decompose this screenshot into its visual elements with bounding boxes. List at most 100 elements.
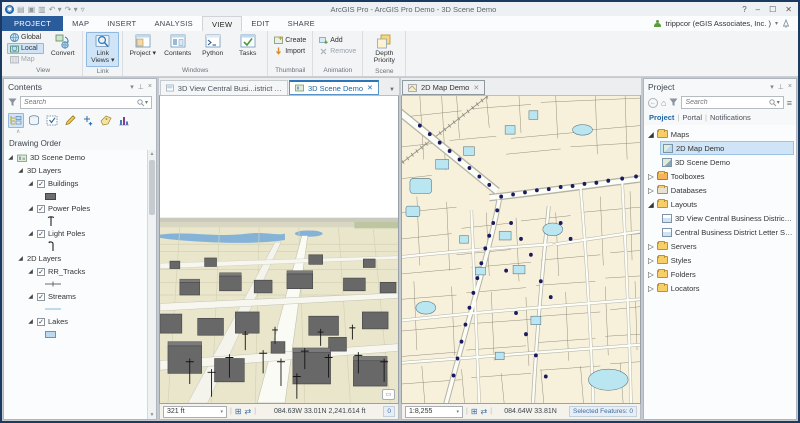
expander-icon[interactable]: ◢ bbox=[27, 230, 34, 237]
tab-analysis[interactable]: ANALYSIS bbox=[145, 16, 202, 31]
contents-menu-icon[interactable]: ▾ bbox=[130, 83, 134, 91]
node-databases[interactable]: ▷ Databases bbox=[646, 183, 794, 197]
close-tab-icon[interactable]: ✕ bbox=[473, 84, 479, 92]
tasks-pane-button[interactable]: Tasks bbox=[231, 32, 264, 59]
contents-scrollbar[interactable]: ▲ ▼ bbox=[147, 150, 156, 419]
light-poles-symbol[interactable] bbox=[7, 240, 146, 252]
contents-close-icon[interactable]: × bbox=[148, 83, 152, 91]
contents-search-input[interactable] bbox=[24, 99, 137, 106]
tab-layout-3d-view[interactable]: 3D View Central Busi...istrict Tabloid bbox=[160, 80, 288, 95]
home-icon[interactable]: ⌂ bbox=[661, 98, 666, 108]
local-button[interactable]: Local bbox=[7, 43, 44, 54]
node-locators[interactable]: ▷ Locators bbox=[646, 281, 794, 295]
tab-3d-scene-demo[interactable]: 3D Scene Demo ✕ bbox=[289, 80, 379, 95]
node-servers[interactable]: ▷ Servers bbox=[646, 239, 794, 253]
expander-icon[interactable]: ◢ bbox=[27, 180, 34, 187]
power-poles-symbol[interactable] bbox=[7, 215, 146, 227]
search-dropdown-icon[interactable]: ▾ bbox=[777, 99, 780, 106]
convert-button[interactable]: Convert bbox=[46, 32, 79, 59]
list-by-charts-icon[interactable] bbox=[116, 113, 132, 128]
layer-power-poles[interactable]: ◢ ✓ Power Poles bbox=[7, 202, 146, 215]
node-3d-scene-demo[interactable]: 3D Scene Demo bbox=[660, 155, 794, 169]
add-animation-button[interactable]: Add bbox=[316, 35, 359, 46]
project-search-input[interactable] bbox=[685, 99, 768, 106]
layer-buildings[interactable]: ◢ ✓ Buildings bbox=[7, 177, 146, 190]
expander-icon[interactable]: ◢ bbox=[27, 268, 34, 275]
scroll-up-icon[interactable]: ▲ bbox=[148, 151, 156, 157]
layer-lakes[interactable]: ◢ ✓ Lakes bbox=[7, 315, 146, 328]
tab-notifications[interactable]: Notifications bbox=[710, 113, 751, 122]
close-tab-icon[interactable]: ✕ bbox=[367, 84, 373, 92]
tab-edit[interactable]: EDIT bbox=[242, 16, 278, 31]
layer-3d-scene-demo[interactable]: ◢ 3D Scene Demo bbox=[7, 151, 146, 164]
spatial-reference-icon[interactable]: ⇄ bbox=[481, 407, 488, 416]
node-layouts[interactable]: ◢ Layouts bbox=[646, 197, 794, 211]
spatial-reference-icon[interactable]: ⇄ bbox=[245, 407, 252, 416]
project-search-box[interactable]: ▾ bbox=[681, 96, 783, 109]
expander-icon[interactable]: ▷ bbox=[648, 186, 654, 195]
expander-icon[interactable]: ▷ bbox=[648, 242, 654, 251]
contents-pane-button[interactable]: Contents bbox=[161, 32, 194, 59]
minimize-button[interactable]: – bbox=[756, 5, 760, 14]
snap-status-icon[interactable]: ⊞ bbox=[471, 407, 478, 416]
python-window-button[interactable]: Python bbox=[196, 32, 229, 59]
group-2d-layers[interactable]: ◢ 2D Layers bbox=[7, 252, 146, 265]
menu-icon[interactable]: ≡ bbox=[787, 98, 792, 108]
undo-icon[interactable]: ↶ ▾ bbox=[49, 5, 62, 14]
streams-checkbox[interactable]: ✓ bbox=[37, 293, 45, 301]
expander-icon[interactable]: ◢ bbox=[17, 255, 24, 262]
tab-insert[interactable]: INSERT bbox=[98, 16, 145, 31]
buildings-checkbox[interactable]: ✓ bbox=[37, 180, 45, 188]
expander-icon[interactable]: ▷ bbox=[648, 284, 654, 293]
scene-scale-select[interactable]: 321 ft ▾ bbox=[163, 406, 227, 418]
lakes-checkbox[interactable]: ✓ bbox=[37, 318, 45, 326]
lakes-symbol[interactable] bbox=[7, 328, 146, 340]
list-by-editing-icon[interactable] bbox=[62, 113, 78, 128]
expander-icon[interactable]: ▷ bbox=[648, 256, 654, 265]
remove-animation-button[interactable]: Remove bbox=[316, 46, 359, 57]
expander-icon[interactable]: ◢ bbox=[27, 293, 34, 300]
expander-icon[interactable]: ◢ bbox=[7, 154, 14, 161]
tab-map[interactable]: MAP bbox=[63, 16, 98, 31]
buildings-symbol[interactable] bbox=[7, 190, 146, 202]
streams-symbol[interactable] bbox=[7, 303, 146, 315]
project-close-icon[interactable]: × bbox=[788, 83, 792, 91]
back-icon[interactable]: ← bbox=[648, 98, 658, 108]
list-by-selection-icon[interactable] bbox=[44, 113, 60, 128]
node-layout-tabloid[interactable]: 3D View Central Business District Tabloi… bbox=[660, 211, 794, 225]
expander-icon[interactable]: ◢ bbox=[648, 130, 654, 139]
layer-streams[interactable]: ◢ ✓ Streams bbox=[7, 290, 146, 303]
view-overlay-button[interactable]: ▭ bbox=[382, 389, 395, 400]
node-styles[interactable]: ▷ Styles bbox=[646, 253, 794, 267]
scene-selection-count[interactable]: 0 bbox=[383, 406, 395, 417]
expander-icon[interactable]: ◢ bbox=[27, 205, 34, 212]
scene-3d-view[interactable]: ▭ bbox=[159, 95, 399, 404]
selected-features-badge[interactable]: Selected Features: 0 bbox=[569, 406, 637, 417]
rr-tracks-symbol[interactable] bbox=[7, 278, 146, 290]
contents-search-box[interactable]: ▾ bbox=[20, 96, 152, 109]
tab-overflow-icon[interactable]: ▼ bbox=[389, 87, 398, 95]
tab-2d-map-demo[interactable]: 2D Map Demo ✕ bbox=[402, 80, 485, 95]
list-by-drawing-order-icon[interactable] bbox=[8, 113, 24, 128]
filter-icon[interactable] bbox=[669, 98, 678, 107]
project-pane-button[interactable]: Project ▾ bbox=[126, 32, 159, 59]
rr-tracks-checkbox[interactable]: ✓ bbox=[37, 268, 45, 276]
light-poles-checkbox[interactable]: ✓ bbox=[37, 230, 45, 238]
open-project-icon[interactable]: ▣ bbox=[28, 5, 36, 14]
import-thumbnail-button[interactable]: Import bbox=[271, 46, 309, 57]
help-button[interactable]: ? bbox=[742, 5, 746, 14]
close-button[interactable]: ✕ bbox=[785, 5, 792, 14]
filter-icon[interactable] bbox=[8, 98, 17, 107]
project-pin-icon[interactable]: ⊥ bbox=[778, 83, 784, 91]
map-2d-view[interactable] bbox=[401, 95, 641, 404]
contents-pin-icon[interactable]: ⊥ bbox=[138, 83, 144, 91]
layer-rr-tracks[interactable]: ◢ ✓ RR_Tracks bbox=[7, 265, 146, 278]
expander-icon[interactable]: ◢ bbox=[17, 167, 24, 174]
tab-portal[interactable]: Portal bbox=[682, 113, 702, 122]
redo-icon[interactable]: ↷ ▾ bbox=[65, 5, 78, 14]
tab-project-pane[interactable]: Project bbox=[649, 113, 674, 122]
list-by-snapping-icon[interactable] bbox=[80, 113, 96, 128]
tab-project[interactable]: PROJECT bbox=[2, 16, 63, 31]
node-layout-letter[interactable]: Central Business District Letter Size bbox=[660, 225, 794, 239]
search-dropdown-icon[interactable]: ▾ bbox=[145, 99, 148, 106]
